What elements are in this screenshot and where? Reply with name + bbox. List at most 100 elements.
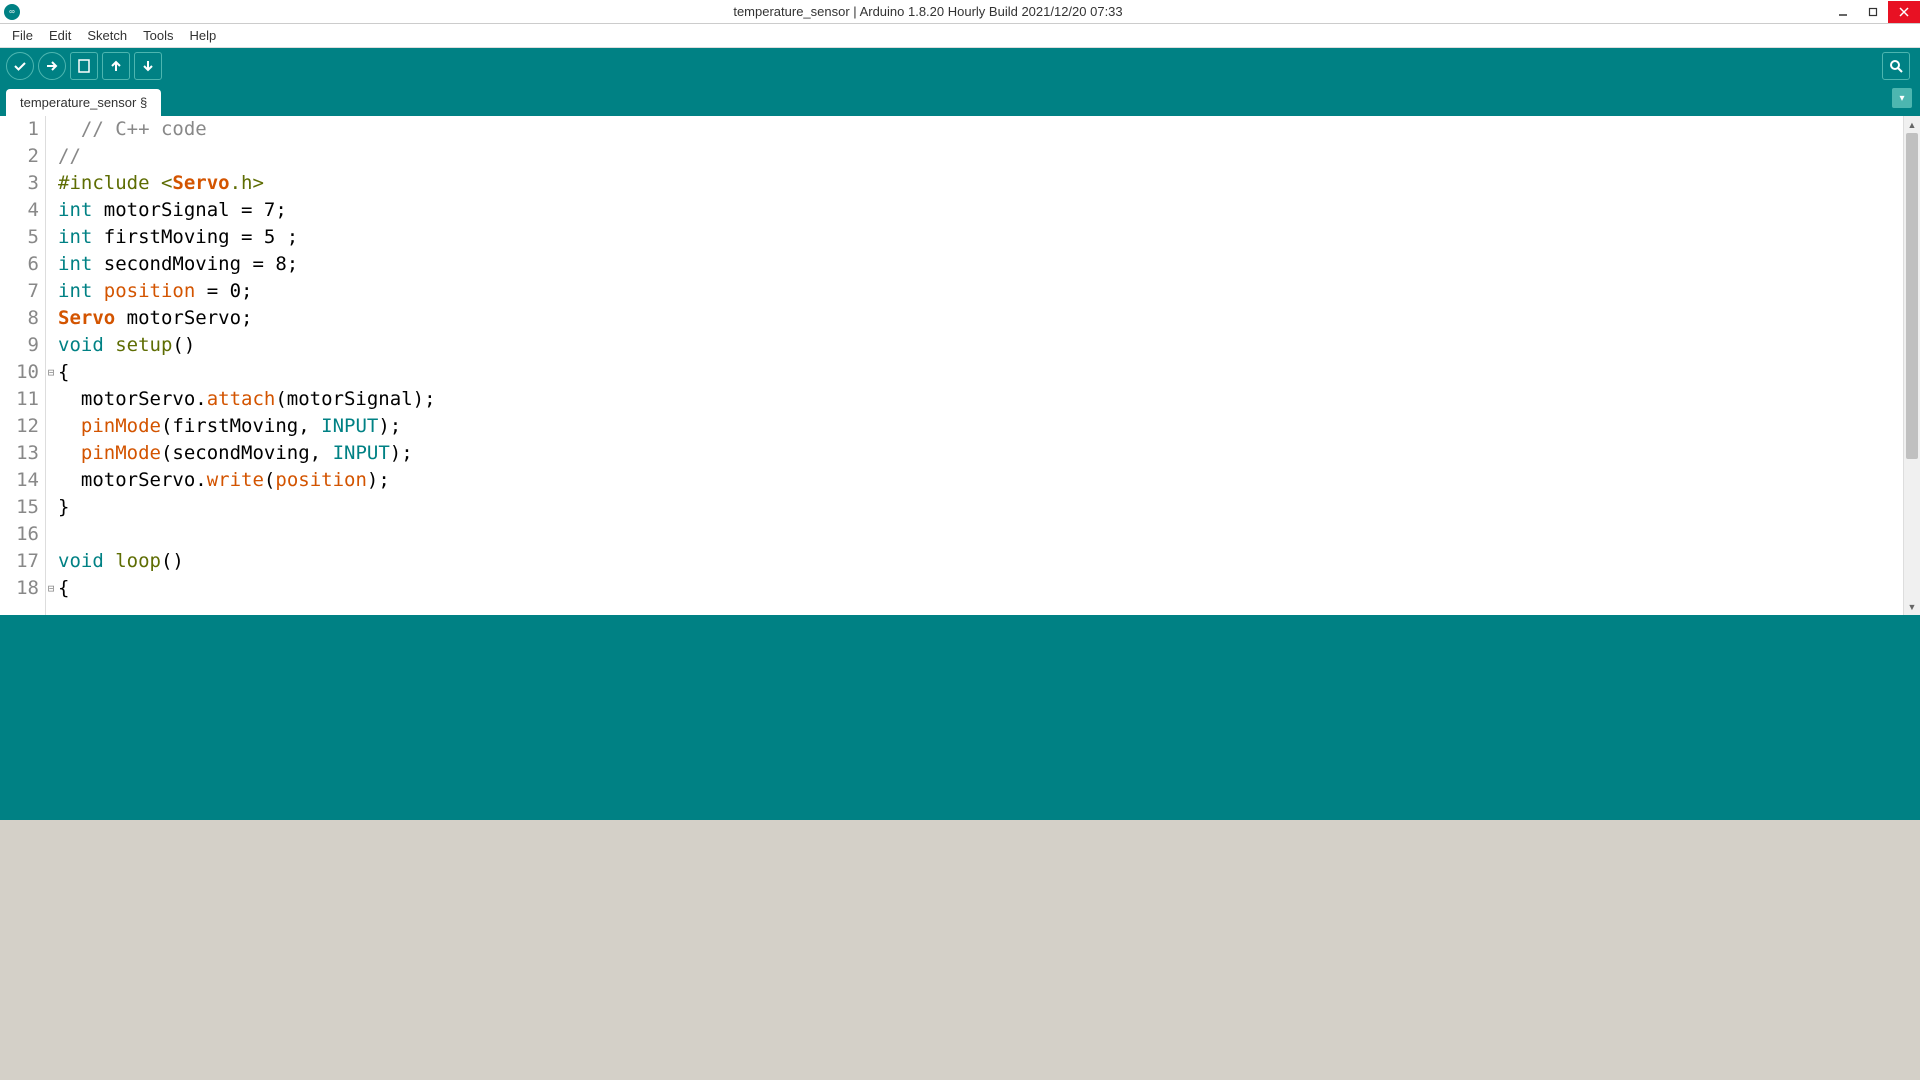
fold-marker[interactable]: ⊟ [46,575,56,602]
fold-marker [46,224,56,251]
fold-marker [46,197,56,224]
toolbar [0,48,1920,84]
line-number: 8 [0,305,39,332]
menu-edit[interactable]: Edit [41,26,79,45]
code-line[interactable]: int position = 0; [58,278,1903,305]
editor-area: 123456789101112131415161718 ⊟⊟ // C++ co… [0,116,1920,615]
code-line[interactable]: // [58,143,1903,170]
menubar: File Edit Sketch Tools Help [0,24,1920,48]
line-number: 16 [0,521,39,548]
code-line[interactable]: } [58,494,1903,521]
check-icon [12,58,28,74]
line-number: 18 [0,575,39,602]
fold-marker [46,467,56,494]
line-number: 1 [0,116,39,143]
arrow-down-icon [140,58,156,74]
window-controls [1828,1,1920,23]
fold-marker [46,440,56,467]
console-panel [0,615,1920,820]
fold-marker [46,521,56,548]
close-icon [1899,7,1909,17]
menu-sketch[interactable]: Sketch [79,26,135,45]
open-sketch-button[interactable] [102,52,130,80]
titlebar: ∞ temperature_sensor | Arduino 1.8.20 Ho… [0,0,1920,24]
line-number: 6 [0,251,39,278]
menu-help[interactable]: Help [181,26,224,45]
window-title: temperature_sensor | Arduino 1.8.20 Hour… [28,4,1828,19]
line-number: 13 [0,440,39,467]
fold-marker [46,278,56,305]
maximize-icon [1868,7,1878,17]
tab-sketch[interactable]: temperature_sensor § [6,89,161,116]
serial-monitor-button[interactable] [1882,52,1910,80]
line-number: 14 [0,467,39,494]
maximize-button[interactable] [1858,1,1888,23]
code-content[interactable]: // C++ code//#include <Servo.h>int motor… [56,116,1903,615]
line-number-gutter: 123456789101112131415161718 [0,116,46,615]
verify-button[interactable] [6,52,34,80]
code-line[interactable]: Servo motorServo; [58,305,1903,332]
fold-marker[interactable]: ⊟ [46,359,56,386]
arrow-right-icon [44,58,60,74]
fold-marker [46,413,56,440]
code-line[interactable]: // C++ code [58,116,1903,143]
fold-marker [46,548,56,575]
arrow-up-icon [108,58,124,74]
fold-marker [46,116,56,143]
line-number: 9 [0,332,39,359]
desktop-background [0,820,1920,1080]
fold-marker [46,143,56,170]
code-line[interactable]: motorServo.attach(motorSignal); [58,386,1903,413]
fold-marker [46,494,56,521]
code-line[interactable] [58,521,1903,548]
code-line[interactable]: { [58,575,1903,602]
code-line[interactable]: void loop() [58,548,1903,575]
minimize-button[interactable] [1828,1,1858,23]
code-editor[interactable]: 123456789101112131415161718 ⊟⊟ // C++ co… [0,116,1903,615]
fold-marker [46,332,56,359]
arduino-app-icon: ∞ [4,4,20,20]
fold-marker [46,386,56,413]
line-number: 12 [0,413,39,440]
line-number: 2 [0,143,39,170]
tab-strip: temperature_sensor § ▾ [0,84,1920,116]
upload-button[interactable] [38,52,66,80]
line-number: 7 [0,278,39,305]
code-line[interactable]: #include <Servo.h> [58,170,1903,197]
code-line[interactable]: int secondMoving = 8; [58,251,1903,278]
code-line[interactable]: { [58,359,1903,386]
line-number: 5 [0,224,39,251]
minimize-icon [1838,7,1848,17]
line-number: 3 [0,170,39,197]
scrollbar-track[interactable] [1904,133,1920,598]
magnifier-icon [1888,58,1904,74]
new-sketch-button[interactable] [70,52,98,80]
code-line[interactable]: pinMode(firstMoving, INPUT); [58,413,1903,440]
chevron-down-icon: ▾ [1899,93,1904,104]
fold-marker [46,251,56,278]
code-line[interactable]: pinMode(secondMoving, INPUT); [58,440,1903,467]
vertical-scrollbar[interactable]: ▲ ▼ [1903,116,1920,615]
code-line[interactable]: motorServo.write(position); [58,467,1903,494]
line-number: 17 [0,548,39,575]
scrollbar-thumb[interactable] [1906,133,1918,459]
code-line[interactable]: int firstMoving = 5 ; [58,224,1903,251]
line-number: 4 [0,197,39,224]
save-sketch-button[interactable] [134,52,162,80]
app-window: ∞ temperature_sensor | Arduino 1.8.20 Ho… [0,0,1920,820]
line-number: 10 [0,359,39,386]
fold-column: ⊟⊟ [46,116,56,615]
line-number: 11 [0,386,39,413]
fold-marker [46,305,56,332]
close-button[interactable] [1888,1,1920,23]
file-icon [76,58,92,74]
menu-tools[interactable]: Tools [135,26,181,45]
menu-file[interactable]: File [4,26,41,45]
line-number: 15 [0,494,39,521]
code-line[interactable]: int motorSignal = 7; [58,197,1903,224]
scroll-down-arrow-icon[interactable]: ▼ [1904,598,1920,615]
scroll-up-arrow-icon[interactable]: ▲ [1904,116,1920,133]
tab-menu-button[interactable]: ▾ [1892,88,1912,108]
code-line[interactable]: void setup() [58,332,1903,359]
fold-marker [46,170,56,197]
